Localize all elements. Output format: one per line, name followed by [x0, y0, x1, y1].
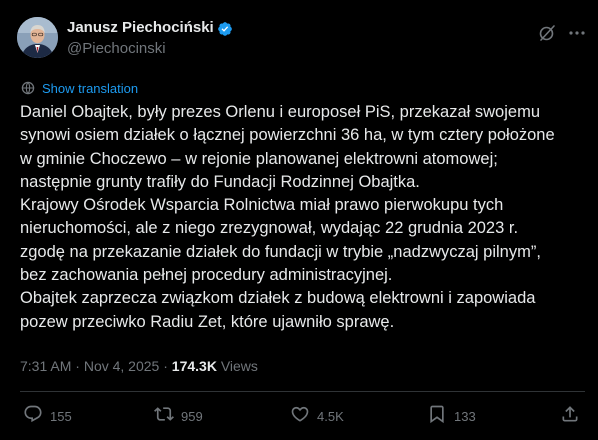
- bookmark-button[interactable]: 133: [427, 405, 476, 427]
- bookmark-count: 133: [454, 408, 476, 424]
- tweet-text-line: pozew przeciwko Radiu Zet, które ujawnił…: [20, 312, 395, 331]
- views-label: Views: [220, 358, 258, 374]
- reply-count: 155: [50, 408, 72, 424]
- like-button[interactable]: 4.5K: [290, 405, 344, 427]
- avatar[interactable]: [17, 17, 58, 58]
- tweet-text-line: w gminie Choczewo – w rejonie planowanej…: [20, 149, 498, 168]
- tweet-date[interactable]: Nov 4, 2025: [84, 358, 160, 374]
- share-button[interactable]: [560, 405, 580, 427]
- repost-count: 959: [181, 408, 203, 424]
- views-count: 174.3K: [171, 358, 217, 374]
- author-name[interactable]: Janusz Piechociński: [67, 19, 214, 36]
- reply-icon: [23, 404, 43, 429]
- avatar-image: [17, 17, 58, 58]
- tweet-text-line: bez zachowania pełnej procedury administ…: [20, 266, 393, 285]
- share-icon: [560, 404, 580, 429]
- tweet-meta: 7:31 AM · Nov 4, 2025 · 174.3K Views: [20, 358, 258, 374]
- repost-button[interactable]: 959: [154, 405, 203, 427]
- verified-badge-icon: [217, 21, 233, 37]
- translate-globe-icon: [20, 80, 36, 96]
- tweet-text-line: Krajowy Ośrodek Wsparcia Rolnictwa miał …: [20, 196, 504, 215]
- tweet-text-line: Obajtek zaprzecza związkom działek z bud…: [20, 289, 536, 308]
- tweet-text-line: zgodę na przekazanie działek do fundacji…: [20, 242, 541, 261]
- show-translation-button[interactable]: Show translation: [20, 79, 138, 97]
- tweet-text-line: nieruchomości, ale z niego zrezygnował, …: [20, 219, 519, 238]
- more-icon[interactable]: [566, 22, 588, 44]
- grok-icon[interactable]: [538, 24, 556, 42]
- divider: [20, 391, 585, 392]
- meta-separator: ·: [71, 358, 84, 374]
- show-translation-label: Show translation: [42, 80, 139, 96]
- like-count: 4.5K: [317, 408, 344, 424]
- heart-icon: [290, 404, 310, 429]
- meta-separator: ·: [159, 358, 172, 374]
- reply-button[interactable]: 155: [23, 405, 72, 427]
- tweet-text: Daniel Obajtek, były prezes Orlenu i eur…: [20, 101, 580, 334]
- repost-icon: [154, 404, 174, 429]
- tweet-time[interactable]: 7:31 AM: [20, 358, 71, 374]
- bookmark-icon: [427, 404, 447, 429]
- tweet-text-line: następnie grunty trafiły do Fundacji Rod…: [20, 172, 420, 191]
- tweet-text-line: Daniel Obajtek, były prezes Orlenu i eur…: [20, 103, 540, 121]
- tweet-text-line: synowi osiem działek o łącznej powierzch…: [20, 126, 555, 145]
- author-handle[interactable]: @Piechocinski: [67, 40, 166, 57]
